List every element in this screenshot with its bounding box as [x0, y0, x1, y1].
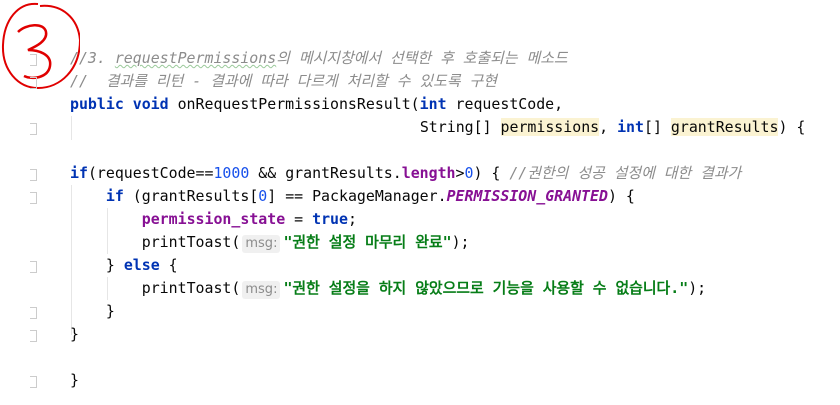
- code-token: int: [419, 95, 456, 113]
- code-comment: // 결과를 리턴 - 결과에 따라 다르게 처리할 수 있도록 구현: [70, 72, 497, 90]
- code-line[interactable]: printToast(msg: "권한 설정을 하지 않았으므로 기능을 사용할 …: [142, 277, 706, 300]
- code-token: if: [105, 187, 133, 205]
- code-token: 0: [258, 187, 268, 205]
- code-token: );: [451, 233, 470, 251]
- code-token: {: [159, 256, 178, 274]
- handwritten-3-annotation: [1, 2, 80, 90]
- code-token: }: [105, 256, 124, 274]
- code-token: }: [70, 325, 79, 343]
- code-line[interactable]: if(requestCode==1000 && grantResults.len…: [70, 162, 741, 185]
- code-token: requestCode,: [455, 95, 564, 113]
- code-token: (requestCode==: [87, 164, 214, 182]
- code-token: onRequestPermissionsResult(: [177, 95, 420, 113]
- fold-marker-icon[interactable]: [30, 376, 37, 388]
- code-token: else: [123, 256, 160, 274]
- code-token: permission_state: [141, 210, 286, 228]
- code-token: printToast(: [141, 233, 241, 251]
- fold-marker-icon[interactable]: [30, 77, 37, 89]
- fold-marker-icon[interactable]: [30, 330, 37, 342]
- code-comment: 의 메시지창에서 선택한 후 호출되는 메소드: [276, 49, 568, 67]
- code-token: "권한 설정 마무리 완료": [283, 233, 452, 251]
- code-line[interactable]: permission_state = true;: [142, 208, 357, 231]
- code-line[interactable]: // 결과를 리턴 - 결과에 따라 다르게 처리할 수 있도록 구현: [70, 70, 497, 93]
- code-token: 1000: [213, 164, 250, 182]
- code-line[interactable]: String[] permissions, int[] grantResults…: [419, 116, 806, 139]
- code-token: ] == PackageManager.: [267, 187, 447, 205]
- code-token: String[]: [419, 118, 501, 136]
- code-token: (grantResults[: [132, 187, 259, 205]
- code-token: ,: [599, 118, 618, 136]
- fold-marker-icon[interactable]: [30, 54, 37, 66]
- code-token: int: [617, 118, 644, 136]
- code-token: && grantResults.: [249, 164, 402, 182]
- code-token: );: [688, 279, 707, 297]
- code-line[interactable]: if (grantResults[0] == PackageManager.PE…: [106, 185, 635, 208]
- code-token: "권한 설정을 하지 않았으므로 기능을 사용할 수 없습니다.": [283, 279, 689, 297]
- code-token: ) {: [778, 118, 806, 136]
- code-line[interactable]: }: [106, 300, 115, 323]
- fold-marker-icon[interactable]: [30, 261, 37, 273]
- indent-guide: [71, 116, 72, 140]
- code-token: permissions: [500, 118, 600, 136]
- code-comment: //3.: [70, 49, 115, 67]
- code-comment: //권한의 성공 설정에 대한 결과가: [509, 164, 742, 182]
- fold-marker-icon[interactable]: [30, 307, 37, 319]
- code-token: >: [455, 164, 465, 182]
- code-line[interactable]: public void onRequestPermissionsResult(i…: [70, 93, 563, 116]
- parameter-hint: msg:: [242, 281, 281, 299]
- code-line[interactable]: }: [70, 369, 79, 392]
- fold-marker-icon[interactable]: [30, 192, 37, 204]
- code-token: true: [312, 210, 348, 228]
- code-token: }: [70, 371, 79, 389]
- indent-guide: [107, 277, 108, 300]
- code-token: ) {: [607, 187, 635, 205]
- code-token: if: [70, 164, 88, 182]
- indent-guide: [107, 208, 108, 254]
- code-comment: requestPermissions: [114, 49, 277, 67]
- code-token: length: [401, 164, 456, 182]
- code-token: public void: [70, 95, 178, 113]
- parameter-hint: msg:: [242, 235, 281, 253]
- fold-marker-icon[interactable]: [30, 169, 37, 181]
- code-token: PERMISSION_GRANTED: [446, 187, 608, 205]
- fold-marker-icon[interactable]: [30, 123, 37, 135]
- code-line[interactable]: } else {: [106, 254, 178, 277]
- code-line[interactable]: }: [70, 323, 79, 346]
- code-token: []: [643, 118, 671, 136]
- code-token: printToast(: [141, 279, 241, 297]
- code-editor[interactable]: //3. requestPermissions의 메시지창에서 선택한 후 호출…: [0, 0, 840, 405]
- code-token: }: [105, 302, 115, 320]
- code-token: ) {: [473, 164, 510, 182]
- code-token: =: [285, 210, 313, 228]
- code-line[interactable]: //3. requestPermissions의 메시지창에서 선택한 후 호출…: [70, 47, 568, 70]
- code-token: grantResults: [670, 118, 779, 136]
- code-line[interactable]: printToast(msg: "권한 설정 마무리 완료");: [142, 231, 470, 254]
- indent-guide: [71, 185, 72, 335]
- code-token: ;: [347, 210, 357, 228]
